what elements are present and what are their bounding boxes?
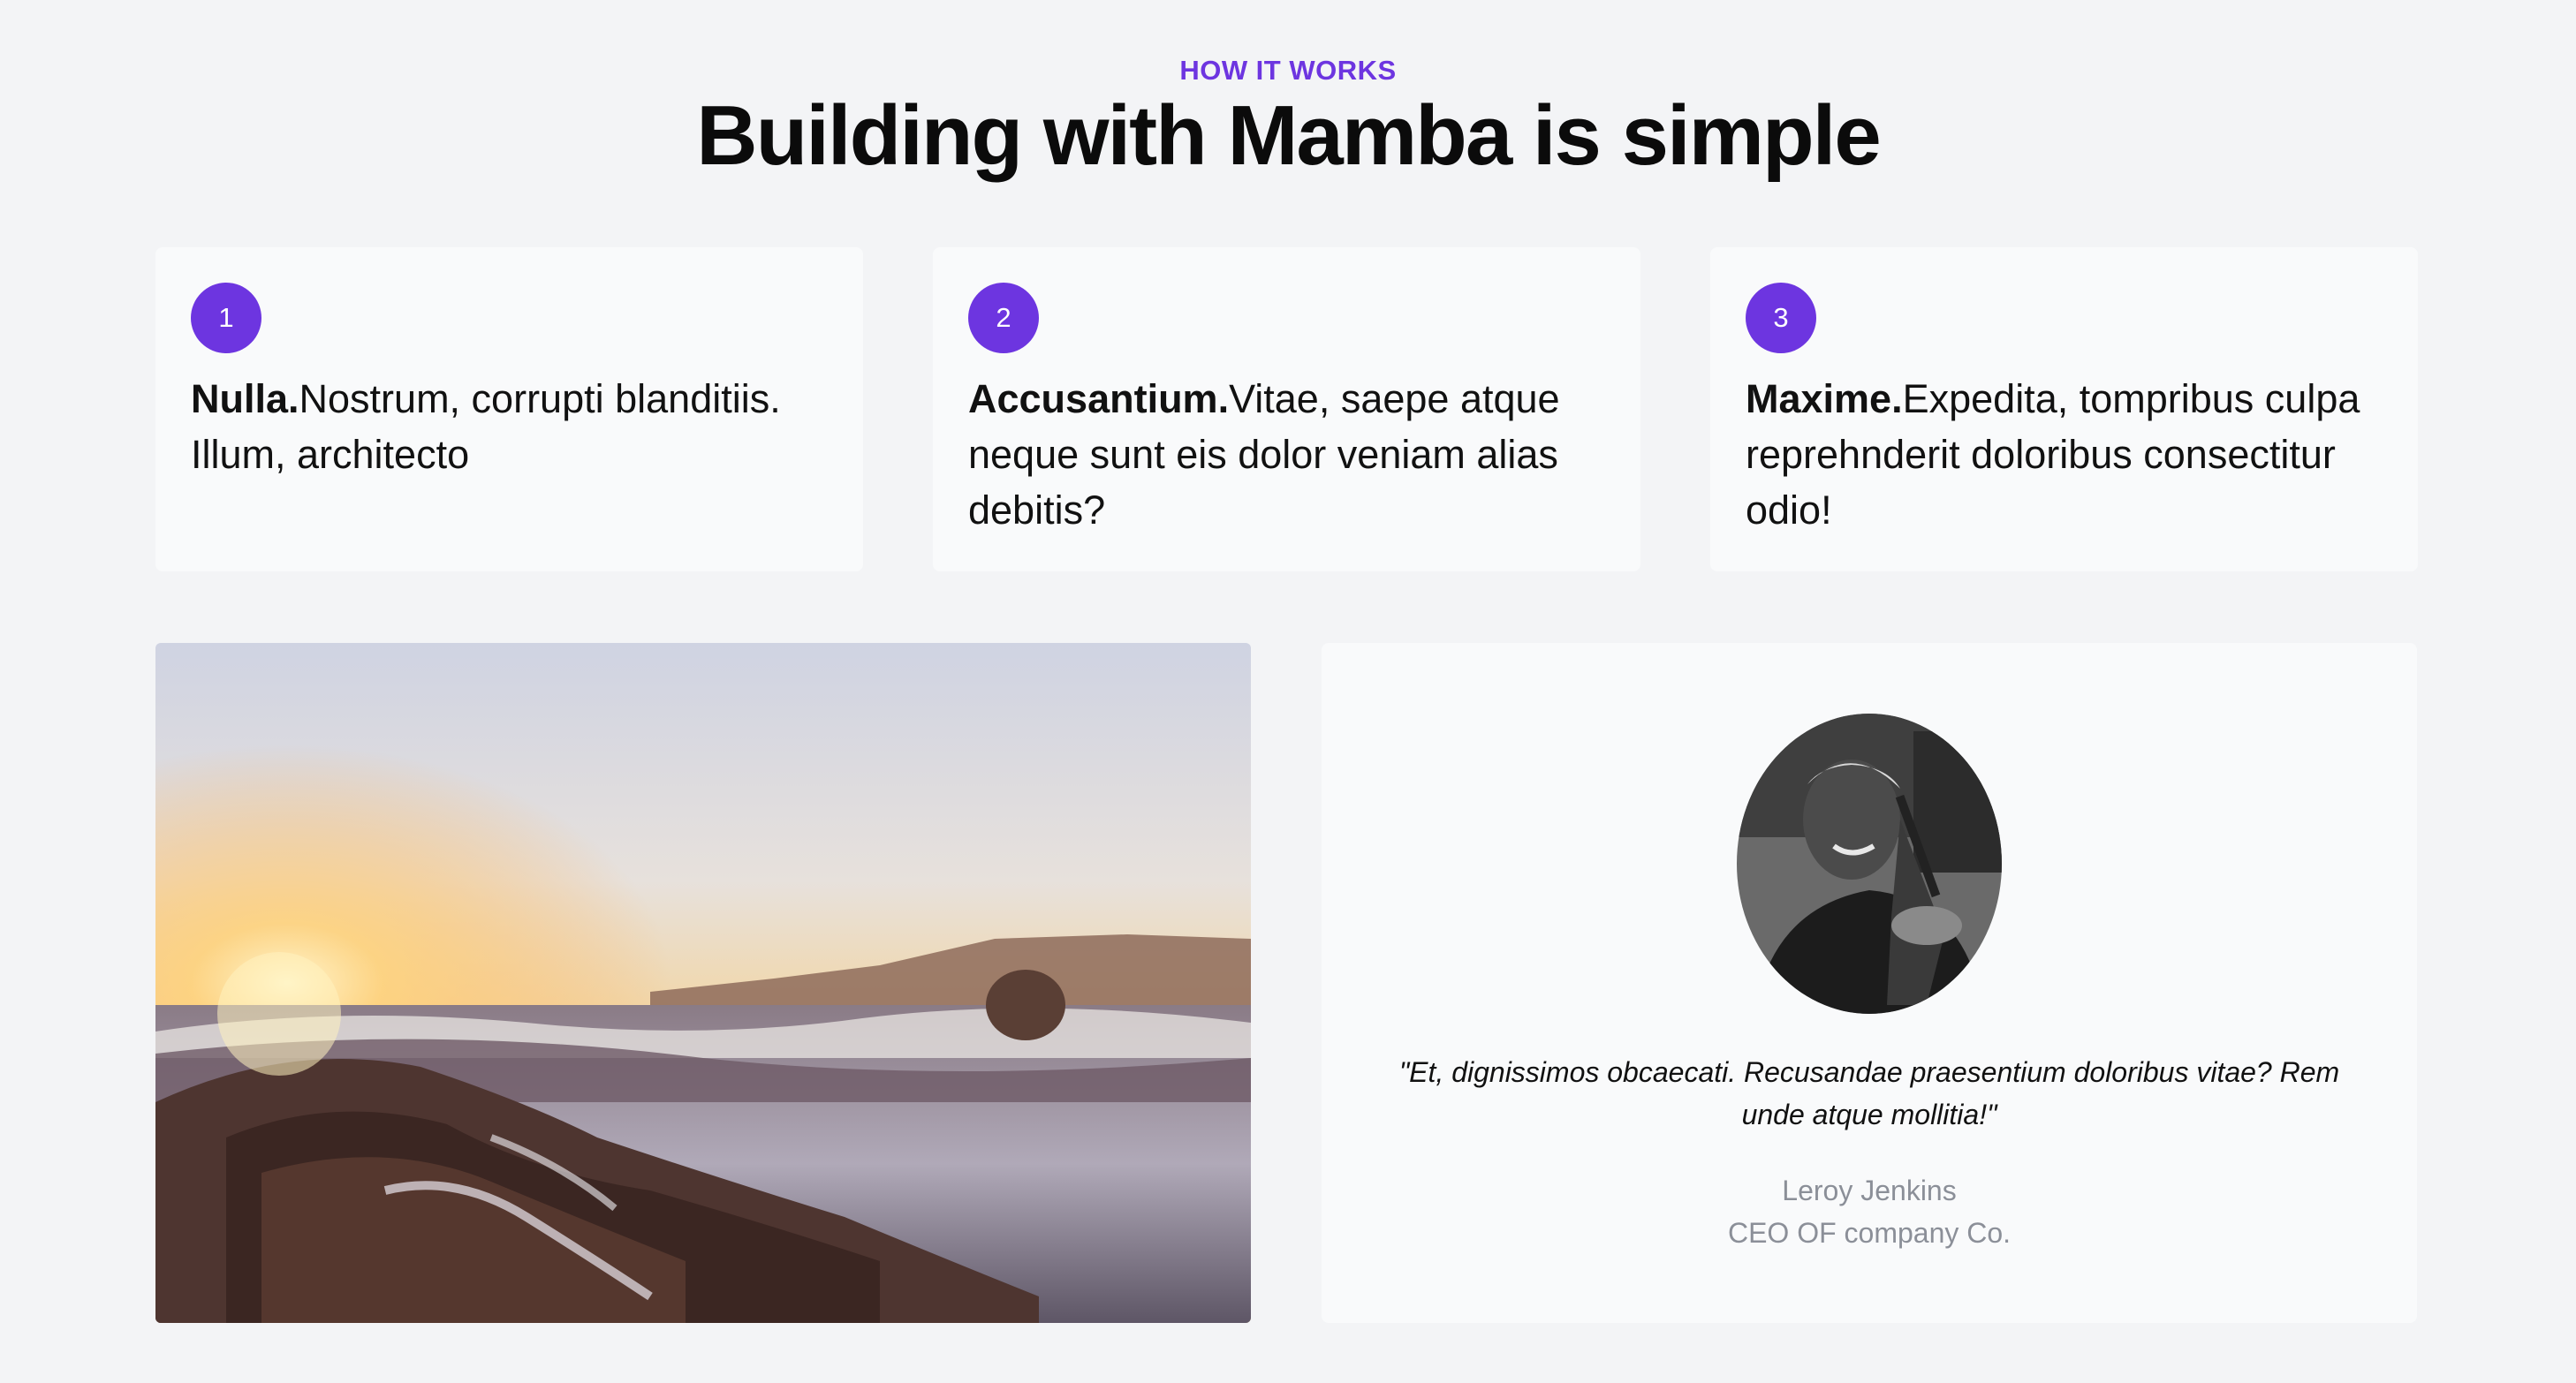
step-card-3: 3 Maxime.Expedita, tompribus culpa repre…	[1710, 247, 2418, 571]
step-title: Nulla.	[191, 376, 299, 421]
step-number-badge: 3	[1746, 283, 1816, 353]
step-card-2: 2 Accusantium.Vitae, saepe atque neque s…	[933, 247, 1640, 571]
testimonial-quote: "Et, dignissimos obcaecati. Recusandae p…	[1398, 1056, 2340, 1130]
step-description: Accusantium.Vitae, saepe atque neque sun…	[968, 371, 1605, 538]
testimonial-card: "Et, dignissimos obcaecati. Recusandae p…	[1322, 643, 2417, 1323]
section-title: Building with Mamba is simple	[696, 88, 1881, 183]
step-description: Maxime.Expedita, tompribus culpa reprehn…	[1746, 371, 2383, 538]
avatar	[1737, 714, 2002, 1014]
how-it-works-eyebrow: HOW IT WORKS	[1179, 55, 1397, 86]
step-title: Maxime.	[1746, 376, 1903, 421]
testimonial-author-role: CEO OF company Co.	[1727, 1217, 2012, 1249]
step-number-badge: 1	[191, 283, 261, 353]
ocean-sunset-image	[155, 643, 1251, 1323]
step-number-badge: 2	[968, 283, 1039, 353]
step-title: Accusantium.	[968, 376, 1230, 421]
testimonial-author-name: Leroy Jenkins	[1782, 1175, 1957, 1206]
step-card-1: 1 Nulla.Nostrum, corrupti blanditiis. Il…	[155, 247, 863, 571]
step-description: Nulla.Nostrum, corrupti blanditiis. Illu…	[191, 371, 828, 482]
